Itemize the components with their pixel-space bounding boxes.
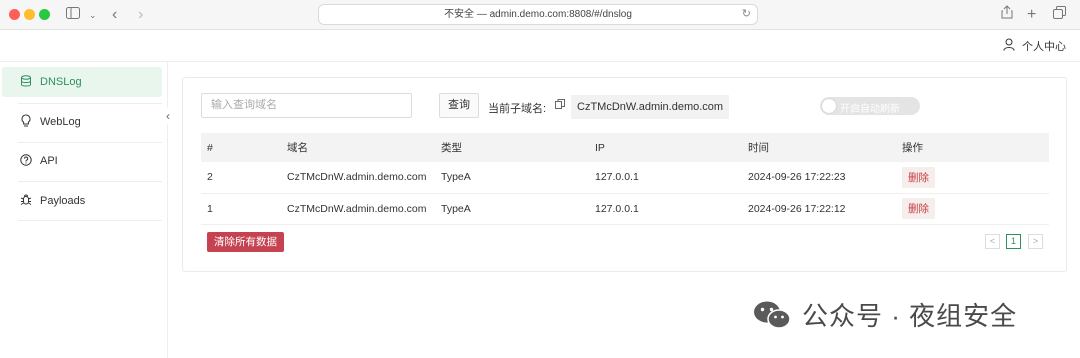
reload-icon[interactable]: ↻ [742, 5, 751, 24]
sidebar-item-label: API [40, 155, 58, 167]
row-action-cell: 删除 [896, 193, 1049, 225]
app-header: 个人中心 [0, 30, 1080, 62]
row-type: TypeA [435, 193, 589, 225]
sidebar-divider [18, 142, 162, 143]
row-ip: 127.0.0.1 [589, 193, 742, 225]
back-arrow-icon[interactable]: ‹ [112, 5, 117, 25]
sidebar-toggle-icon[interactable] [66, 5, 80, 25]
chevron-down-icon[interactable]: ⌄ [89, 5, 97, 25]
subdomain-label: 当前子域名: [488, 103, 547, 115]
auto-refresh-toggle[interactable]: 开启自动刷新 [820, 97, 920, 115]
url-text: 不安全 — admin.demo.com:8808/#/dnslog [444, 9, 632, 20]
bug-icon [20, 193, 32, 209]
row-action-cell: 删除 [896, 162, 1049, 194]
row-time: 2024-09-26 17:22:23 [742, 162, 896, 194]
sidebar-item-label: Payloads [40, 195, 86, 207]
delete-button[interactable]: 删除 [902, 166, 935, 188]
minimize-window-button[interactable] [24, 9, 35, 20]
user-center-label: 个人中心 [1022, 41, 1066, 53]
clear-all-data-button[interactable]: 清除所有数据 [207, 232, 284, 252]
sidebar-item-weblog[interactable]: WebLog [2, 107, 162, 137]
database-icon [20, 74, 32, 90]
watermark: 公众号 · 夜组安全 [752, 296, 1017, 333]
row-domain: CzTMcDnW.admin.demo.com [281, 193, 435, 225]
copy-icon[interactable] [555, 99, 565, 112]
column-header-domain: 域名 [281, 133, 435, 162]
wechat-icon [752, 299, 792, 331]
sidebar: DNSLog WebLog API Payloads [0, 62, 168, 358]
prev-page-button[interactable]: < [985, 234, 1000, 249]
row-ip: 127.0.0.1 [589, 162, 742, 194]
column-header-action: 操作 [896, 133, 1049, 162]
toggle-knob [822, 99, 836, 113]
row-domain: CzTMcDnW.admin.demo.com [281, 162, 435, 194]
table-row: 1 CzTMcDnW.admin.demo.com TypeA 127.0.0.… [201, 193, 1049, 225]
row-id: 1 [201, 193, 281, 225]
table-row: 2 CzTMcDnW.admin.demo.com TypeA 127.0.0.… [201, 162, 1049, 194]
sidebar-item-dnslog[interactable]: DNSLog [2, 67, 162, 97]
share-icon[interactable] [1001, 5, 1013, 25]
auto-refresh-label: 开启自动刷新 [840, 104, 900, 115]
sidebar-item-label: WebLog [40, 116, 81, 128]
dnslog-table: # 域名 类型 IP 时间 操作 2 CzTMcDnW.admin.demo.c… [201, 133, 1049, 225]
row-time: 2024-09-26 17:22:12 [742, 193, 896, 225]
collapse-sidebar-icon[interactable]: ‹ [160, 108, 176, 124]
sidebar-divider [18, 103, 162, 104]
subdomain-value: CzTMcDnW.admin.demo.com [571, 95, 730, 119]
delete-button[interactable]: 删除 [902, 198, 935, 219]
new-tab-icon[interactable]: + [1027, 5, 1036, 25]
row-type: TypeA [435, 162, 589, 194]
sidebar-divider [18, 220, 162, 221]
sidebar-item-label: DNSLog [40, 76, 82, 88]
user-center-link[interactable]: 个人中心 [1003, 38, 1066, 54]
column-header-id: # [201, 133, 281, 162]
sidebar-divider [18, 181, 162, 182]
column-header-ip: IP [589, 133, 742, 162]
lightbulb-icon [20, 114, 32, 130]
forward-arrow-icon[interactable]: › [138, 5, 143, 25]
watermark-text: 公众号 · 夜组安全 [802, 301, 1018, 331]
column-header-type: 类型 [435, 133, 589, 162]
zoom-window-button[interactable] [39, 9, 50, 20]
sidebar-item-payloads[interactable]: Payloads [2, 186, 162, 216]
browser-toolbar: ⌄ ‹ › 不安全 — admin.demo.com:8808/#/dnslog… [0, 0, 1080, 30]
close-window-button[interactable] [9, 9, 20, 20]
page-1-button[interactable]: 1 [1006, 234, 1021, 249]
help-circle-icon [20, 153, 32, 169]
sidebar-item-api[interactable]: API [2, 146, 162, 176]
search-domain-input[interactable]: 输入查询域名 [201, 93, 412, 118]
query-button[interactable]: 查询 [439, 93, 479, 118]
column-header-time: 时间 [742, 133, 896, 162]
table-header-row: # 域名 类型 IP 时间 操作 [201, 133, 1049, 162]
row-id: 2 [201, 162, 281, 194]
address-bar[interactable]: 不安全 — admin.demo.com:8808/#/dnslog ↻ [318, 4, 758, 25]
dnslog-panel: 输入查询域名 查询 当前子域名: CzTMcDnW.admin.demo.com… [182, 77, 1067, 272]
tab-overview-icon[interactable] [1053, 5, 1066, 25]
next-page-button[interactable]: > [1028, 234, 1043, 249]
user-icon [1003, 38, 1015, 54]
